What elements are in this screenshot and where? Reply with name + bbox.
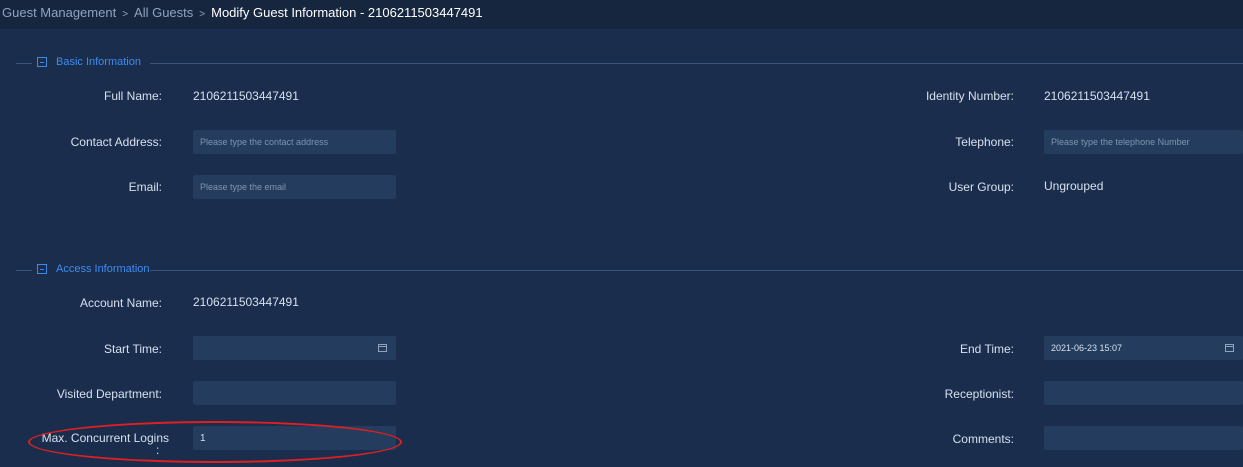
collapse-icon[interactable] xyxy=(37,57,47,67)
section-title-basic[interactable]: Basic Information xyxy=(56,55,141,69)
breadcrumb: Guest Management > All Guests > Modify Guest… xyxy=(0,0,1243,29)
divider xyxy=(150,63,1243,64)
identity-number-label: Identity Number: xyxy=(925,89,1014,103)
access-information-header: Access Information xyxy=(16,262,1243,278)
telephone-input[interactable]: Please type the telephone Number xyxy=(1044,130,1243,154)
user-group-label: User Group: xyxy=(948,180,1014,194)
end-time-label: End Time: xyxy=(959,342,1014,356)
highlight-annotation xyxy=(28,421,402,463)
email-input[interactable]: Please type the email xyxy=(193,175,396,199)
start-time-picker[interactable] xyxy=(193,336,396,360)
account-name-label: Account Name: xyxy=(79,296,162,310)
contact-address-input[interactable]: Please type the contact address xyxy=(193,130,396,154)
full-name-label: Full Name: xyxy=(103,89,162,103)
telephone-placeholder: Please type the telephone Number xyxy=(1051,137,1190,147)
comments-input[interactable] xyxy=(1044,426,1243,450)
calendar-icon[interactable] xyxy=(378,344,387,352)
breadcrumb-all-guests[interactable]: All Guests xyxy=(134,5,193,20)
email-label: Email: xyxy=(128,180,162,194)
account-name-value: 2106211503447491 xyxy=(193,295,299,309)
receptionist-input[interactable] xyxy=(1044,381,1243,405)
user-group-value: Ungrouped xyxy=(1044,179,1104,193)
divider xyxy=(150,270,1243,271)
telephone-label: Telephone: xyxy=(955,135,1014,149)
end-time-value: 2021-06-23 15:07 xyxy=(1051,343,1123,353)
calendar-icon[interactable] xyxy=(1225,344,1234,352)
basic-information-header: Basic Information xyxy=(16,55,1243,71)
visited-department-input[interactable] xyxy=(193,381,396,405)
full-name-value: 2106211503447491 xyxy=(193,89,299,103)
breadcrumb-current-page: Modify Guest Information - 2106211503447… xyxy=(211,5,483,20)
visited-department-label: Visited Department: xyxy=(56,387,162,401)
contact-address-label: Contact Address: xyxy=(70,135,162,149)
breadcrumb-separator: > xyxy=(199,9,206,20)
end-time-picker[interactable]: 2021-06-23 15:07 xyxy=(1044,336,1243,360)
divider xyxy=(16,270,32,271)
start-time-label: Start Time: xyxy=(103,342,162,356)
breadcrumb-guest-management[interactable]: Guest Management xyxy=(2,5,116,20)
receptionist-label: Receptionist: xyxy=(944,387,1014,401)
comments-label: Comments: xyxy=(952,432,1014,446)
divider xyxy=(16,63,32,64)
contact-address-placeholder: Please type the contact address xyxy=(200,137,329,147)
section-title-access[interactable]: Access Information xyxy=(56,262,150,276)
identity-number-value: 2106211503447491 xyxy=(1044,89,1150,103)
collapse-icon[interactable] xyxy=(37,264,47,274)
email-placeholder: Please type the email xyxy=(200,182,287,192)
breadcrumb-separator: > xyxy=(122,9,129,20)
